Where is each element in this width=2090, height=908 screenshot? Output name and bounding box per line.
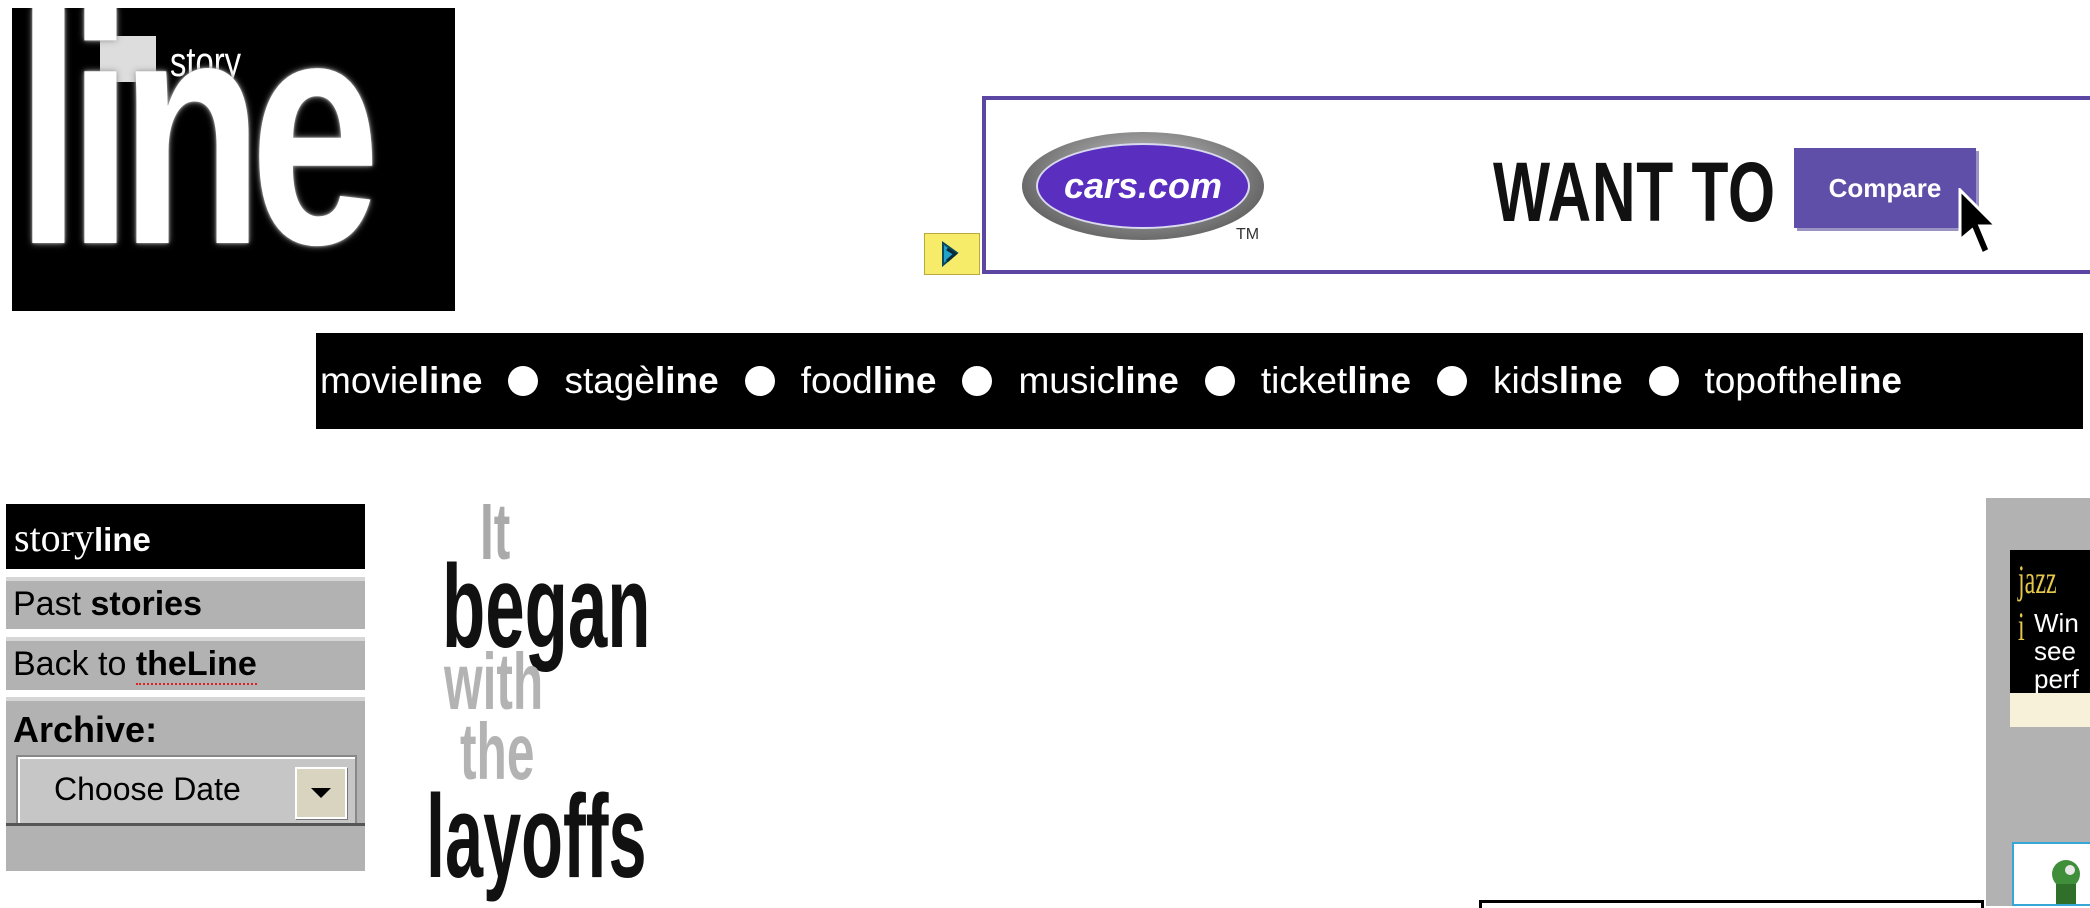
nav-item-ticketline[interactable]: ticketline bbox=[1261, 360, 1411, 402]
past-stories-prefix: Past bbox=[13, 585, 91, 623]
bullet-dot-icon bbox=[1204, 366, 1235, 396]
story-headline-graphic: It began with the layoffs bbox=[420, 492, 740, 906]
nav-item-suffix: line bbox=[1558, 360, 1623, 401]
archive-divider bbox=[6, 823, 365, 826]
jazz-ad-line-3: perf bbox=[2034, 664, 2079, 693]
jazz-ad-line-1: Win bbox=[2034, 608, 2079, 638]
nav-item-topoftheline[interactable]: topoftheline bbox=[1705, 360, 1902, 402]
back-link-prefix: Back to bbox=[13, 645, 136, 683]
nav-item-suffix: line bbox=[1347, 360, 1411, 401]
nav-item-stagline[interactable]: stagèline bbox=[564, 360, 718, 402]
sidebar-title-suffix: line bbox=[94, 521, 151, 558]
logo-big-word: line bbox=[16, 8, 380, 311]
bullet-dot-icon bbox=[508, 366, 539, 396]
bullet-dot-icon bbox=[1436, 366, 1467, 396]
archive-label: Archive: bbox=[13, 709, 158, 750]
chevron-down-icon[interactable] bbox=[295, 767, 347, 819]
nav-item-prefix: kids bbox=[1492, 360, 1559, 401]
nav-item-suffix: line bbox=[418, 360, 483, 401]
storyline-logo[interactable]: story line bbox=[12, 8, 455, 311]
adchoices-icon[interactable] bbox=[924, 233, 980, 275]
cars-logo: cars.com bbox=[1022, 132, 1264, 240]
archive-panel: Archive: Choose Date bbox=[6, 697, 365, 871]
content-box bbox=[1479, 900, 1984, 908]
nav-item-prefix: movie bbox=[320, 360, 419, 401]
jazz-ad-footer bbox=[2010, 693, 2090, 727]
bullet-dot-icon bbox=[1648, 366, 1679, 396]
cars-logo-text: cars.com bbox=[1036, 143, 1250, 229]
jazz-ad-line-2: see bbox=[2034, 636, 2076, 666]
bullet-dot-icon bbox=[962, 366, 993, 396]
past-stories-link[interactable]: Past stories bbox=[6, 577, 365, 629]
nav-item-musicline[interactable]: musicline bbox=[1018, 360, 1178, 402]
figure-image-icon bbox=[2052, 860, 2080, 904]
archive-date-select[interactable]: Choose Date bbox=[16, 755, 357, 825]
nav-item-movieline[interactable]: movieline bbox=[320, 360, 482, 402]
nav-item-prefix: music bbox=[1018, 360, 1116, 401]
nav-item-suffix: line bbox=[872, 360, 937, 401]
archive-select-value: Choose Date bbox=[54, 771, 241, 807]
sidebar-title: storyline bbox=[6, 504, 365, 569]
nav-item-kidsline[interactable]: kidsline bbox=[1493, 360, 1623, 402]
cars-ad-banner[interactable]: cars.com TM WANT TO Compare bbox=[982, 96, 2090, 274]
compare-button[interactable]: Compare bbox=[1794, 148, 1976, 228]
section-nav-bar: movieline stagèline foodline musicline ticke… bbox=[316, 333, 2083, 429]
bullet-dot-icon bbox=[744, 366, 775, 396]
nav-item-prefix: ticket bbox=[1260, 360, 1348, 401]
ad-headline: WANT TO bbox=[1493, 145, 1776, 239]
trademark-mark: TM bbox=[1236, 226, 1260, 243]
nav-item-suffix: line bbox=[1838, 360, 1903, 401]
nav-item-suffix: line bbox=[654, 360, 719, 401]
headline-line-5: layoffs bbox=[426, 771, 647, 903]
promo-thumbnail[interactable] bbox=[2012, 842, 2090, 906]
nav-item-prefix: stagè bbox=[564, 360, 655, 401]
sidebar-title-prefix: story bbox=[14, 515, 94, 560]
nav-item-prefix: topofthe bbox=[1704, 360, 1839, 401]
past-stories-bold: stories bbox=[90, 585, 202, 623]
jazz-ad[interactable]: jazz i Win see perf bbox=[2010, 550, 2090, 693]
nav-item-prefix: food bbox=[800, 360, 873, 401]
right-ad-column: jazz i Win see perf bbox=[1986, 498, 2090, 906]
back-link-bold: theLine bbox=[135, 645, 257, 685]
cursor-arrow-icon bbox=[1958, 188, 2000, 257]
back-to-theline-link[interactable]: Back to theLine bbox=[6, 637, 365, 690]
nav-item-foodline[interactable]: foodline bbox=[801, 360, 937, 402]
nav-item-suffix: line bbox=[1115, 360, 1179, 401]
